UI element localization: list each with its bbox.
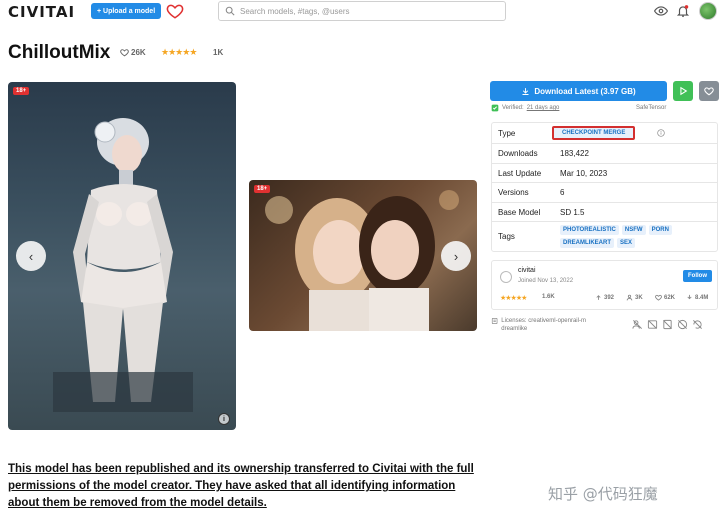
tag-chip[interactable]: PHOTOREALISTIC xyxy=(560,225,619,235)
details-key: Base Model xyxy=(498,207,541,217)
eye-icon[interactable] xyxy=(654,4,668,18)
info-icon[interactable] xyxy=(657,129,666,137)
type-tag[interactable]: CHECKPOINT MERGE xyxy=(552,126,636,140)
gallery-image-main[interactable]: 18+ ‹ i xyxy=(8,82,236,430)
star-icon: ★ xyxy=(182,47,190,57)
license-info: Licenses: creativeml-openrail-m dreamlik… xyxy=(491,317,603,333)
license-permission-icons xyxy=(632,319,703,330)
gallery-image-second[interactable]: 18+ › xyxy=(249,180,477,331)
details-row-downloads: Downloads 183,422 xyxy=(492,144,717,164)
tag-chip[interactable]: SEX xyxy=(617,238,636,248)
watermark-text: 知乎 @代码狂魔 xyxy=(548,485,658,503)
like-count[interactable]: 26K xyxy=(120,48,146,57)
no-merge-icon xyxy=(693,320,702,329)
tag-chip[interactable]: PORN xyxy=(648,225,672,235)
upload-model-button[interactable]: + Upload a model xyxy=(91,3,162,19)
favorite-button[interactable] xyxy=(699,81,719,101)
star-icon: ★ xyxy=(168,47,176,57)
play-icon xyxy=(680,86,688,96)
creator-followers-value: 3K xyxy=(635,294,643,301)
tag-chip[interactable]: DREAMLIKEART xyxy=(560,238,614,248)
star-icon: ★ xyxy=(161,47,169,57)
details-row-tags: Tags PHOTOREALISTIC NSFW PORN DREAMLIKEA… xyxy=(492,222,717,251)
details-key: Type xyxy=(498,128,516,138)
no-sharing-icon xyxy=(677,319,688,330)
license-text[interactable]: Licenses: creativeml-openrail-m dreamlik… xyxy=(501,317,603,333)
search-icon xyxy=(225,6,235,16)
details-key: Tags xyxy=(498,232,515,241)
details-value: 6 xyxy=(560,188,565,197)
details-key: Versions xyxy=(498,188,529,197)
license-icon xyxy=(491,317,498,325)
creator-favorites: 62K xyxy=(655,294,675,301)
creator-downloads-value: 8.4M xyxy=(695,294,709,301)
file-format: SafeTensor xyxy=(636,105,667,111)
robot-figure-image xyxy=(53,118,193,412)
model-description: This model has been republished and its … xyxy=(8,463,474,509)
creator-avatar[interactable] xyxy=(500,271,512,283)
heart-icon xyxy=(655,294,662,301)
details-value: Mar 10, 2023 xyxy=(560,168,608,178)
rating-stars[interactable]: ★ ★ ★ ★ ★ xyxy=(161,47,197,58)
search-bar[interactable] xyxy=(218,1,506,21)
model-title: ChilloutMix xyxy=(8,42,111,63)
shield-check-icon xyxy=(491,104,499,112)
like-count-value: 26K xyxy=(131,48,146,57)
nsfw-badge: 18+ xyxy=(254,185,271,193)
rating-count: 1K xyxy=(213,48,224,57)
no-commercial-run-icon xyxy=(663,319,672,330)
creator-name[interactable]: civitai xyxy=(518,267,536,274)
details-row-last-update: Last Update Mar 10, 2023 xyxy=(492,164,717,183)
creator-favorites-value: 62K xyxy=(664,294,676,301)
user-icon xyxy=(626,294,633,301)
star-icon: ★ xyxy=(175,47,183,57)
download-label: Download Latest (3.97 GB) xyxy=(534,86,636,96)
creator-uploads-value: 392 xyxy=(604,294,615,301)
upload-icon xyxy=(596,295,601,300)
tag-chip[interactable]: NSFW xyxy=(621,225,646,235)
image-info-icon[interactable]: i xyxy=(218,413,230,425)
bell-icon[interactable] xyxy=(676,4,690,18)
details-row-base-model: Base Model SD 1.5 xyxy=(492,203,717,222)
star-icon: ★ xyxy=(189,47,197,57)
heart-icon[interactable] xyxy=(166,2,184,20)
download-latest-button[interactable]: Download Latest (3.97 GB) xyxy=(490,81,667,101)
tag-list: PHOTOREALISTIC NSFW PORN DREAMLIKEART SE… xyxy=(560,225,710,248)
details-row-type: Type CHECKPOINT MERGE xyxy=(492,123,717,144)
verified-label: Verified: xyxy=(502,105,524,111)
creator-rating-count: 1.6K xyxy=(542,294,555,300)
nsfw-badge: 18+ xyxy=(13,87,30,95)
civitai-logo[interactable]: CIVITAI xyxy=(8,3,75,21)
details-key: Last Update xyxy=(498,168,542,178)
heart-outline-icon xyxy=(120,49,129,57)
details-value: 183,422 xyxy=(560,149,589,158)
download-icon xyxy=(522,87,529,95)
user-avatar[interactable] xyxy=(699,2,717,20)
model-details-table: Type CHECKPOINT MERGE Downloads 183,422 … xyxy=(491,122,718,252)
search-input[interactable] xyxy=(240,6,490,16)
top-navbar: CIVITAI + Upload a model xyxy=(0,0,720,24)
follow-button[interactable]: Follow xyxy=(683,270,712,282)
prev-image-button[interactable]: ‹ xyxy=(16,241,46,271)
creator-rating-stars: ★★★★★ xyxy=(500,295,527,302)
creator-joined: Joined Nov 13, 2022 xyxy=(518,278,574,284)
run-model-button[interactable] xyxy=(673,81,693,101)
creator-card: civitai Joined Nov 13, 2022 Follow ★★★★★… xyxy=(491,260,718,310)
details-row-versions: Versions 6 xyxy=(492,183,717,203)
download-icon xyxy=(687,294,692,300)
verified-date[interactable]: 21 days ago xyxy=(527,105,560,111)
details-key: Downloads xyxy=(498,149,538,158)
creator-downloads: 8.4M xyxy=(686,294,708,301)
next-image-button[interactable]: › xyxy=(441,241,471,271)
creator-uploads: 392 xyxy=(595,294,614,301)
verified-status: Verified: 21 days ago xyxy=(491,104,559,112)
details-value: SD 1.5 xyxy=(560,207,585,217)
no-credit-icon xyxy=(632,320,642,329)
no-image-sell-icon xyxy=(647,320,658,329)
heart-icon xyxy=(704,87,714,96)
creator-followers: 3K xyxy=(626,294,643,301)
